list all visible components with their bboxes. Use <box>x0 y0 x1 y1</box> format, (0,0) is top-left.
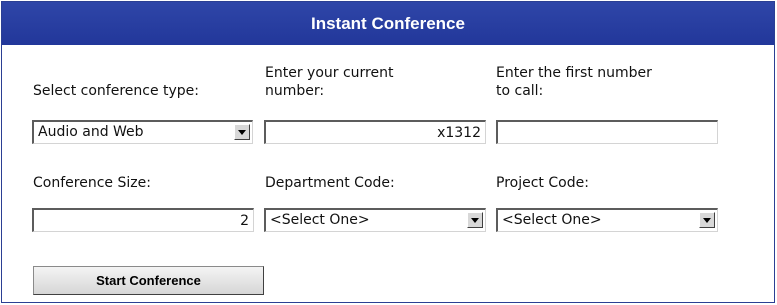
conference-type-label: Select conference type: <box>33 83 200 99</box>
project-code-select[interactable]: <Select One> <box>496 208 718 232</box>
panel-title: Instant Conference <box>2 2 774 45</box>
project-code-label: Project Code: <box>496 175 589 191</box>
first-number-label: Enter the first number to call: <box>496 65 652 99</box>
instant-conference-panel: Instant Conference Select conference typ… <box>1 1 775 303</box>
department-code-label: Department Code: <box>265 175 395 191</box>
first-number-input[interactable] <box>496 120 718 144</box>
conference-size-input[interactable] <box>32 208 254 232</box>
department-code-select[interactable]: <Select One> <box>264 208 486 232</box>
chevron-down-icon[interactable] <box>234 124 250 140</box>
conference-size-label: Conference Size: <box>33 175 151 191</box>
chevron-down-icon[interactable] <box>467 212 483 228</box>
conference-type-value: Audio and Web <box>38 124 144 140</box>
conference-type-select[interactable]: Audio and Web <box>32 120 253 144</box>
chevron-down-icon[interactable] <box>699 212 715 228</box>
department-code-value: <Select One> <box>270 212 370 228</box>
project-code-value: <Select One> <box>502 212 602 228</box>
start-conference-button[interactable]: Start Conference <box>33 266 264 295</box>
current-number-input[interactable] <box>264 120 486 144</box>
current-number-label: Enter your current number: <box>265 65 394 99</box>
